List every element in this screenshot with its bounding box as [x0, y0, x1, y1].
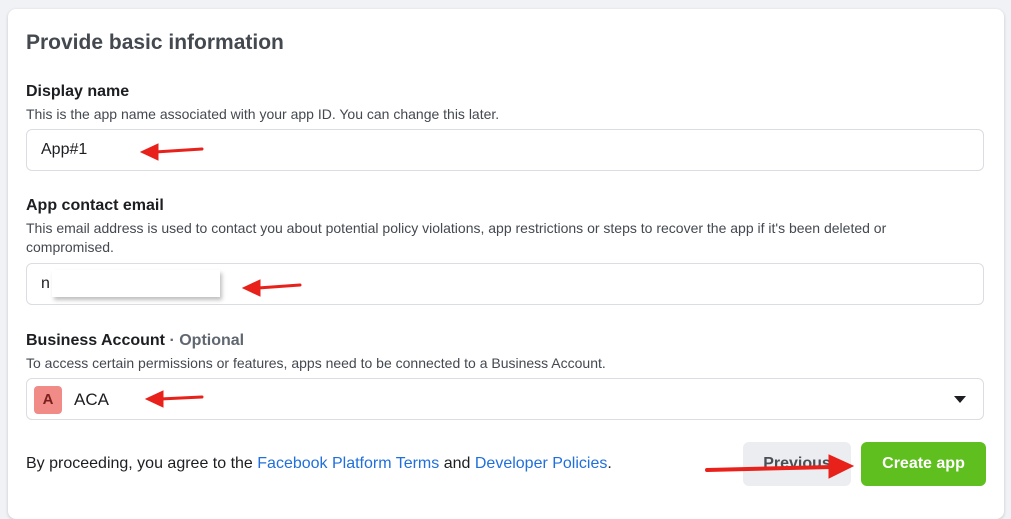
developer-policies-link[interactable]: Developer Policies [475, 455, 608, 472]
business-avatar: A [34, 386, 62, 414]
business-account-label: Business Account · Optional [26, 332, 244, 350]
redaction-box [52, 270, 220, 297]
optional-tag: · Optional [169, 332, 245, 349]
platform-terms-link[interactable]: Facebook Platform Terms [257, 455, 439, 472]
business-account-select[interactable]: A ACA [26, 378, 984, 420]
contact-email-label: App contact email [26, 197, 164, 214]
contact-email-value: n [41, 275, 50, 292]
display-name-input[interactable]: App#1 [26, 129, 984, 171]
basic-info-card: Provide basic information Display name T… [8, 9, 1004, 519]
create-app-button[interactable]: Create app [861, 442, 986, 486]
previous-button[interactable]: Previous [743, 442, 851, 486]
display-name-value: App#1 [41, 141, 88, 158]
business-account-value: ACA [74, 390, 109, 409]
business-account-label-text: Business Account [26, 332, 165, 349]
display-name-label: Display name [26, 83, 130, 100]
terms-prefix: By proceeding, you agree to the [26, 455, 258, 472]
caret-down-icon[interactable] [954, 396, 966, 403]
display-name-description: This is the app name associated with you… [26, 106, 500, 122]
terms-suffix: . [607, 455, 612, 472]
contact-email-input[interactable]: n [26, 263, 984, 305]
page-title: Provide basic information [26, 31, 284, 54]
terms-and: and [439, 455, 475, 472]
contact-email-description: This email address is used to contact yo… [26, 220, 887, 255]
terms-text: By proceeding, you agree to the Facebook… [26, 455, 612, 473]
business-account-description: To access certain permissions or feature… [26, 355, 606, 371]
